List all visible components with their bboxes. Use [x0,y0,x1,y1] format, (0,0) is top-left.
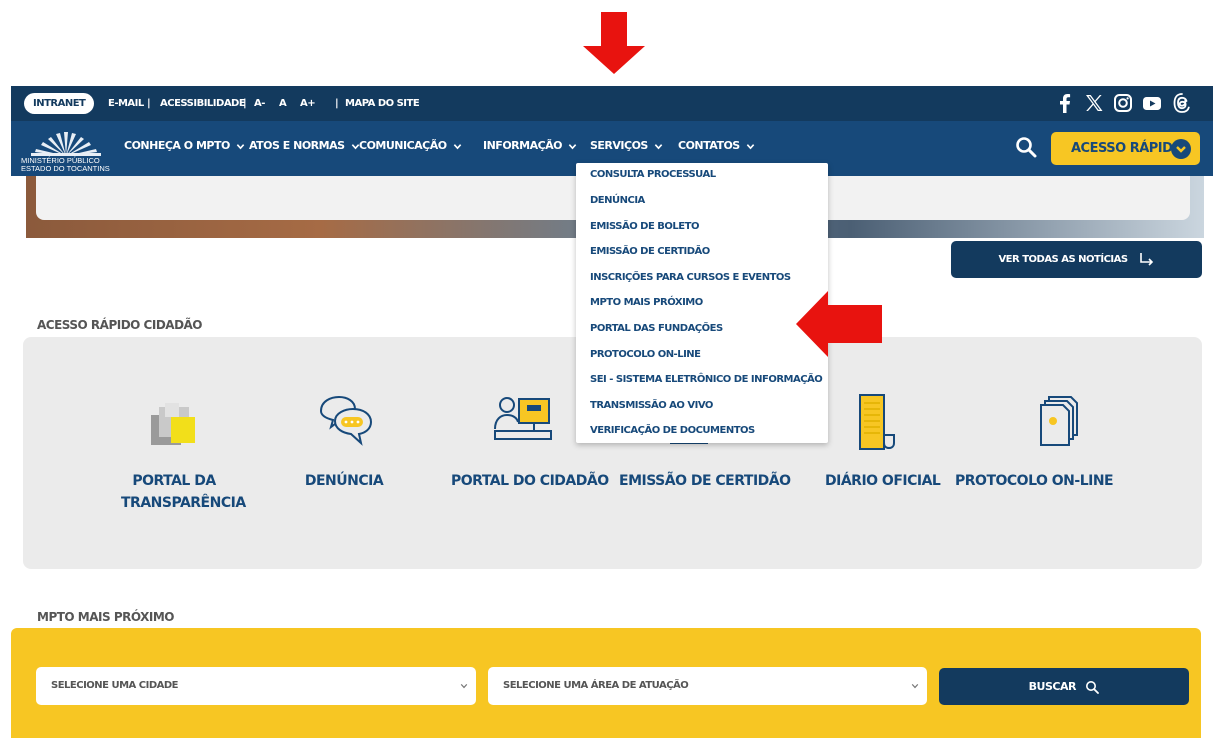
menu-item-emissao-boleto[interactable]: EMISSÃO DE BOLETO [590,220,699,234]
acesso-rapido-label: ACESSO RÁPIDO [1071,141,1183,156]
quick-link-portal-cidadao[interactable]: PORTAL DO CIDADÃO [451,470,609,492]
nav-conheca-mpto[interactable]: CONHEÇA O MPTO [124,139,245,153]
search-icon [1086,681,1100,694]
ver-todas-noticias-button[interactable]: VER TODAS AS NOTÍCIAS [951,241,1202,278]
red-arrow-left-annotation [796,291,882,357]
label-line: PORTAL DA [132,473,216,489]
nav-label: COMUNICAÇÃO [359,139,447,152]
chat-bubbles-icon[interactable] [313,389,377,453]
chevron-down-icon [911,683,919,689]
servicos-dropdown-menu: CONSULTA PROCESSUAL DENÚNCIA EMISSÃO DE … [576,163,828,443]
buscar-label: BUSCAR [1028,680,1077,693]
city-select[interactable]: SELECIONE UMA CIDADE [36,667,476,705]
ver-todas-label: VER TODAS AS NOTÍCIAS [998,254,1128,265]
menu-item-protocolo-online[interactable]: PROTOCOLO ON-LINE [590,348,701,362]
mpto-proximo-search-panel: SELECIONE UMA CIDADE SELECIONE UMA ÁREA … [11,628,1201,738]
logo-line-2: ESTADO DO TOCANTINS [21,164,110,173]
nav-label: CONTATOS [678,139,740,152]
menu-item-consulta-processual[interactable]: CONSULTA PROCESSUAL [590,168,716,182]
chevron-down-icon [453,143,461,149]
buscar-button[interactable]: BUSCAR [939,668,1189,705]
nav-informacao[interactable]: INFORMAÇÃO [483,139,577,153]
mpto-proximo-title: MPTO MAIS PRÓXIMO [37,610,174,624]
email-link[interactable]: E-MAIL [108,97,144,110]
threads-icon[interactable] [1171,92,1193,114]
search-icon[interactable] [1014,135,1038,159]
arrow-turn-right-icon [1139,253,1153,266]
menu-item-sei[interactable]: SEI - SISTEMA ELETRÔNICO DE INFORMAÇÃO [590,373,823,387]
menu-item-portal-fundacoes[interactable]: PORTAL DAS FUNDAÇÕES [590,322,723,336]
nav-label: CONHEÇA O MPTO [124,139,230,152]
site-map-link[interactable]: MAPA DO SITE [345,97,420,110]
chevron-down-icon [746,143,754,149]
instagram-icon[interactable] [1112,92,1134,114]
sun-emblem-icon [31,132,101,156]
menu-item-inscricoes-cursos[interactable]: INSCRIÇÕES PARA CURSOS E EVENTOS [590,271,791,285]
area-select[interactable]: SELECIONE UMA ÁREA DE ATUAÇÃO [488,667,927,705]
quick-link-protocolo-online[interactable]: PROTOCOLO ON-LINE [955,470,1114,492]
nav-contatos[interactable]: CONTATOS [678,139,755,153]
citizen-computer-icon[interactable] [491,389,555,453]
nav-label: SERVIÇOS [590,139,648,152]
quick-link-portal-transparencia[interactable]: PORTAL DA TRANSPARÊNCIA [121,470,246,514]
red-arrow-down-annotation [583,12,645,74]
menu-item-denuncia[interactable]: DENÚNCIA [590,194,645,208]
menu-item-emissao-certidao[interactable]: EMISSÃO DE CERTIDÃO [590,245,710,259]
transparency-icon[interactable] [141,393,205,457]
nav-label: INFORMAÇÃO [483,139,563,152]
protocol-documents-icon[interactable] [1031,389,1095,453]
x-icon[interactable] [1083,92,1105,114]
menu-item-transmissao-ao-vivo[interactable]: TRANSMISSÃO AO VIVO [590,399,713,413]
facebook-icon[interactable] [1054,92,1076,114]
font-normal-button[interactable]: A [279,97,287,110]
top-utility-bar: INTRANET E-MAIL | ACESSIBILIDADE | A- A … [11,86,1213,121]
separator: | [243,98,247,109]
mpto-logo[interactable]: MINISTÉRIO PÚBLICO ESTADO DO TOCANTINS [21,125,113,173]
nav-comunicacao[interactable]: COMUNICAÇÃO [359,139,462,153]
separator: | [147,98,151,109]
youtube-icon[interactable] [1141,92,1163,114]
acesso-rapido-button[interactable]: ACESSO RÁPIDO [1051,132,1200,165]
chevron-down-icon [460,683,468,689]
accessibility-link[interactable]: ACESSIBILIDADE [160,97,246,110]
label-line: TRANSPARÊNCIA [121,495,246,511]
quick-link-denuncia[interactable]: DENÚNCIA [299,470,389,492]
nav-atos-normas[interactable]: ATOS E NORMAS [249,139,360,153]
menu-item-mpto-mais-proximo[interactable]: MPTO MAIS PRÓXIMO [590,296,703,310]
separator: | [335,98,339,109]
acesso-cidadao-title: ACESSO RÁPIDO CIDADÃO [37,318,203,332]
nav-servicos[interactable]: SERVIÇOS [590,139,663,153]
quick-link-emissao-certidao[interactable]: EMISSÃO DE CERTIDÃO [619,470,791,492]
nav-label: ATOS E NORMAS [249,139,345,152]
intranet-button[interactable]: INTRANET [24,93,95,114]
chevron-down-icon [654,143,663,149]
menu-item-verificacao-documentos[interactable]: VERIFICAÇÃO DE DOCUMENTOS [590,424,755,438]
area-select-placeholder: SELECIONE UMA ÁREA DE ATUAÇÃO [503,680,689,691]
chevron-down-icon [568,143,577,149]
quick-link-diario-oficial[interactable]: DIÁRIO OFICIAL [825,470,941,492]
font-decrease-button[interactable]: A- [254,97,265,110]
chevron-down-icon [1171,139,1191,159]
chevron-down-icon [236,143,245,149]
font-increase-button[interactable]: A+ [300,97,316,110]
city-select-placeholder: SELECIONE UMA CIDADE [51,680,179,691]
document-icon[interactable] [848,391,912,455]
